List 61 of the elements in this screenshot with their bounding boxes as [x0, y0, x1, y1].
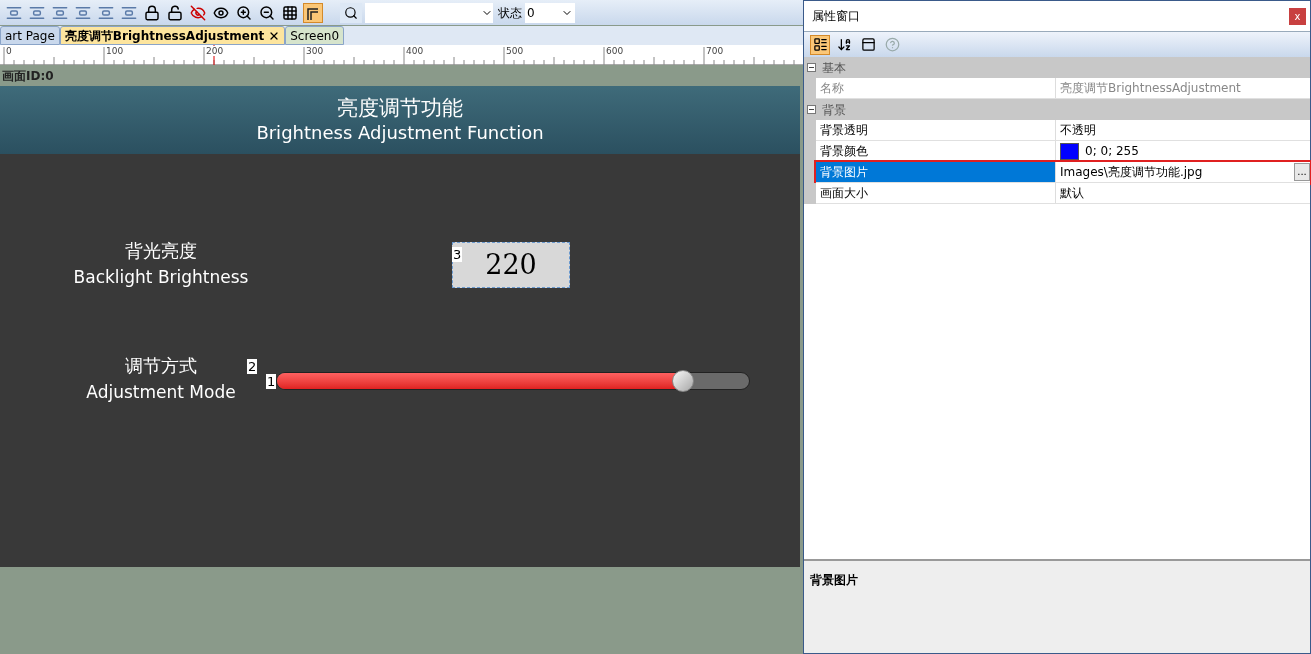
- ruler-label: 300: [306, 46, 324, 56]
- widget-number: 1: [266, 373, 277, 389]
- property-name[interactable]: 画面大小: [816, 183, 1056, 203]
- collapse-icon[interactable]: [807, 105, 816, 114]
- property-value[interactable]: Images\亮度调节功能.jpg: [1060, 163, 1288, 181]
- property-name[interactable]: 背景图片: [816, 162, 1056, 182]
- categorized-icon: [812, 37, 828, 52]
- ruler-label: 600: [606, 46, 624, 56]
- close-button[interactable]: x: [1289, 7, 1306, 25]
- align-icon: [29, 4, 45, 21]
- help-icon: [884, 37, 900, 52]
- description-title: 背景图片: [810, 573, 858, 587]
- ruler-label: 0: [6, 46, 12, 56]
- document-tab[interactable]: 亮度调节BrightnessAdjustment: [59, 26, 286, 45]
- panel-tool-button[interactable]: [810, 34, 830, 55]
- color-swatch[interactable]: [1060, 142, 1079, 160]
- state-label: 状态: [498, 4, 522, 22]
- ruler-label: 500: [506, 46, 524, 56]
- widget-number: 2: [247, 359, 258, 374]
- document-tab[interactable]: art Page: [0, 26, 60, 45]
- category-row[interactable]: 基本: [804, 57, 1310, 78]
- ruler-label: 400: [406, 46, 424, 56]
- document-tab[interactable]: Screen0: [285, 26, 345, 45]
- window-title: 属性窗口: [812, 8, 860, 25]
- unlock-icon: [167, 4, 183, 21]
- eye-off-icon: [190, 4, 206, 21]
- screen-subtitle: Brightness Adjustment Function: [256, 121, 544, 145]
- zoom-out-icon: [259, 4, 275, 21]
- pages-icon: [860, 37, 876, 52]
- search-icon[interactable]: [340, 2, 362, 23]
- widget-number: 3: [452, 247, 463, 262]
- category-label: 背景: [822, 101, 846, 119]
- align-icon: [75, 4, 91, 21]
- grid-icon: [282, 4, 298, 21]
- category-row[interactable]: 背景: [804, 99, 1310, 120]
- toolbar-button[interactable]: [303, 2, 323, 23]
- browse-button[interactable]: ...: [1294, 163, 1310, 181]
- corner-icon: [306, 5, 320, 20]
- align-icon: [6, 4, 22, 21]
- zoom-in-icon: [236, 4, 252, 21]
- align-icon: [121, 4, 137, 21]
- dropdown-field[interactable]: [365, 2, 493, 23]
- screen-id: 画面ID:0: [2, 67, 54, 85]
- align-icon: [52, 4, 68, 21]
- align-icon: [98, 4, 114, 21]
- lock-icon: [144, 4, 160, 21]
- backlight-label: 背光亮度: [125, 239, 197, 263]
- ruler-label: 100: [106, 46, 124, 56]
- property-name[interactable]: 背景透明: [816, 120, 1056, 140]
- category-label: 基本: [822, 59, 846, 77]
- mode-label-en: Adjustment Mode: [86, 381, 236, 404]
- state-dropdown[interactable]: 0: [525, 2, 575, 23]
- ruler-label: 200: [206, 46, 224, 56]
- property-name[interactable]: 背景颜色: [816, 141, 1056, 161]
- mode-label: 调节方式: [125, 354, 197, 378]
- sort-az-icon: [836, 37, 852, 52]
- backlight-label-en: Backlight Brightness: [73, 266, 249, 289]
- collapse-icon[interactable]: [807, 63, 816, 72]
- screen-title: 亮度调节功能: [337, 95, 463, 121]
- ruler-label: 700: [706, 46, 724, 56]
- slider-thumb[interactable]: [672, 370, 695, 392]
